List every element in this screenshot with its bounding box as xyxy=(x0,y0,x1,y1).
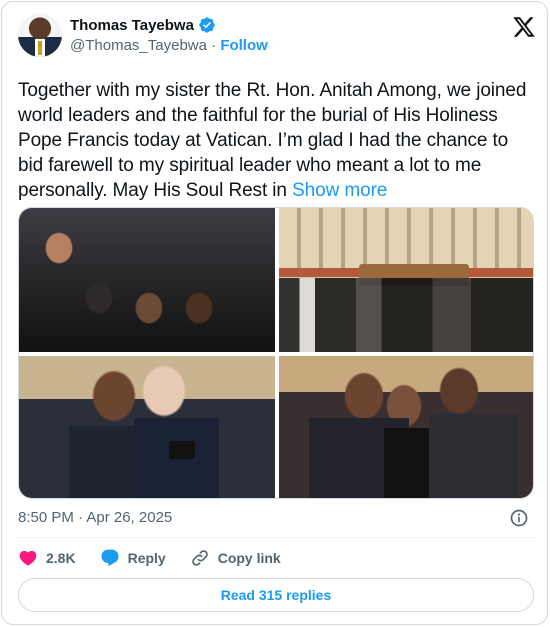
post-header: Thomas Tayebwa @Thomas_Tayebwa · Follow xyxy=(18,13,536,63)
photo-coffin xyxy=(359,264,469,286)
info-icon[interactable] xyxy=(509,508,529,528)
reply-icon xyxy=(101,549,119,567)
follow-button[interactable]: Follow xyxy=(220,37,268,54)
x-logo-icon[interactable] xyxy=(512,15,536,39)
copy-link-label: Copy link xyxy=(217,550,281,566)
read-replies-button[interactable]: Read 315 replies xyxy=(18,578,534,612)
author-name-row: Thomas Tayebwa xyxy=(70,16,216,34)
photo-handshake[interactable] xyxy=(279,356,533,498)
handle-separator: · xyxy=(206,37,221,54)
photo-attendees[interactable] xyxy=(19,208,275,352)
like-count: 2.8K xyxy=(46,550,76,566)
post-timestamp[interactable]: 8:50 PM · Apr 26, 2025 xyxy=(18,509,172,526)
photo-person-right xyxy=(429,414,519,498)
verified-badge-icon xyxy=(199,17,215,33)
reply-button[interactable]: Reply xyxy=(100,548,166,568)
reply-label: Reply xyxy=(127,550,166,566)
copy-link-button[interactable]: Copy link xyxy=(190,548,281,568)
photo-colonnade xyxy=(279,208,533,268)
photo-person-middle xyxy=(384,428,434,498)
photo-phone xyxy=(169,441,195,459)
like-button[interactable]: 2.8K xyxy=(18,548,76,568)
post-card: Thomas Tayebwa @Thomas_Tayebwa · Follow … xyxy=(1,1,548,625)
avatar[interactable] xyxy=(18,13,62,57)
action-bar: 2.8K Reply Copy link xyxy=(18,547,305,569)
copy-link-icon xyxy=(191,550,208,566)
author-handle-row: @Thomas_Tayebwa · Follow xyxy=(70,37,268,54)
photo-selfie[interactable] xyxy=(19,356,275,498)
divider xyxy=(18,537,534,538)
photo-coffin-procession[interactable] xyxy=(279,208,533,352)
show-more-link[interactable]: Show more xyxy=(292,180,387,201)
media-grid xyxy=(18,207,534,499)
post-text: Together with my sister the Rt. Hon. Ani… xyxy=(18,78,538,203)
post-body: Together with my sister the Rt. Hon. Ani… xyxy=(18,80,527,201)
heart-icon xyxy=(19,550,37,566)
author-name[interactable]: Thomas Tayebwa xyxy=(70,17,194,34)
avatar-tie xyxy=(38,41,42,55)
author-handle[interactable]: @Thomas_Tayebwa xyxy=(70,37,207,54)
